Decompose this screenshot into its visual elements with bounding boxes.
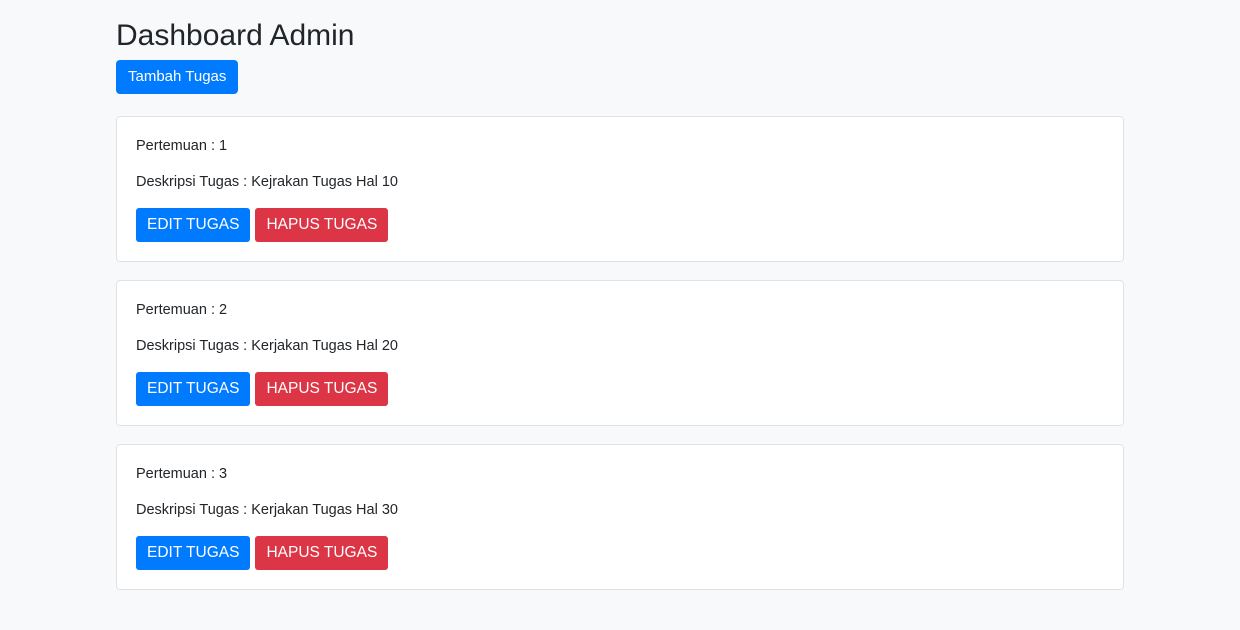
meeting-value: 1 <box>219 138 228 154</box>
edit-task-button[interactable]: EDIT TUGAS <box>136 208 251 242</box>
meeting-line: Pertemuan : 3 <box>136 464 227 484</box>
description-value: Kerjakan Tugas Hal 30 <box>251 502 398 518</box>
task-card: Pertemuan : 2 Deskripsi Tugas : Kerjakan… <box>116 280 1124 426</box>
meeting-label: Pertemuan : <box>136 466 220 482</box>
edit-task-button[interactable]: EDIT TUGAS <box>136 372 251 406</box>
task-card: Pertemuan : 3 Deskripsi Tugas : Kerjakan… <box>116 444 1124 590</box>
page-title: Dashboard Admin <box>116 19 355 52</box>
description-line: Deskripsi Tugas : Kerjakan Tugas Hal 30 <box>136 500 398 520</box>
description-value: Kejrakan Tugas Hal 10 <box>251 174 398 190</box>
meeting-value: 3 <box>219 466 228 482</box>
meeting-line: Pertemuan : 2 <box>136 300 227 320</box>
meeting-line: Pertemuan : 1 <box>136 136 227 156</box>
description-value: Kerjakan Tugas Hal 20 <box>251 338 398 354</box>
meeting-label: Pertemuan : <box>136 138 220 154</box>
description-line: Deskripsi Tugas : Kejrakan Tugas Hal 10 <box>136 172 398 192</box>
description-label: Deskripsi Tugas : <box>136 502 252 518</box>
delete-task-button[interactable]: HAPUS TUGAS <box>255 536 389 570</box>
description-label: Deskripsi Tugas : <box>136 174 252 190</box>
add-task-button[interactable]: Tambah Tugas <box>116 60 239 94</box>
task-card: Pertemuan : 1 Deskripsi Tugas : Kejrakan… <box>116 116 1124 262</box>
description-line: Deskripsi Tugas : Kerjakan Tugas Hal 20 <box>136 336 398 356</box>
task-actions: EDIT TUGAS HAPUS TUGAS <box>136 536 389 570</box>
task-list: Pertemuan : 1 Deskripsi Tugas : Kejrakan… <box>116 116 1124 608</box>
meeting-label: Pertemuan : <box>136 302 220 318</box>
delete-task-button[interactable]: HAPUS TUGAS <box>255 208 389 242</box>
delete-task-button[interactable]: HAPUS TUGAS <box>255 372 389 406</box>
edit-task-button[interactable]: EDIT TUGAS <box>136 536 251 570</box>
task-actions: EDIT TUGAS HAPUS TUGAS <box>136 208 389 242</box>
description-label: Deskripsi Tugas : <box>136 338 252 354</box>
meeting-value: 2 <box>219 302 228 318</box>
main-container: Dashboard Admin Tambah Tugas Pertemuan :… <box>116 0 1124 590</box>
task-actions: EDIT TUGAS HAPUS TUGAS <box>136 372 389 406</box>
